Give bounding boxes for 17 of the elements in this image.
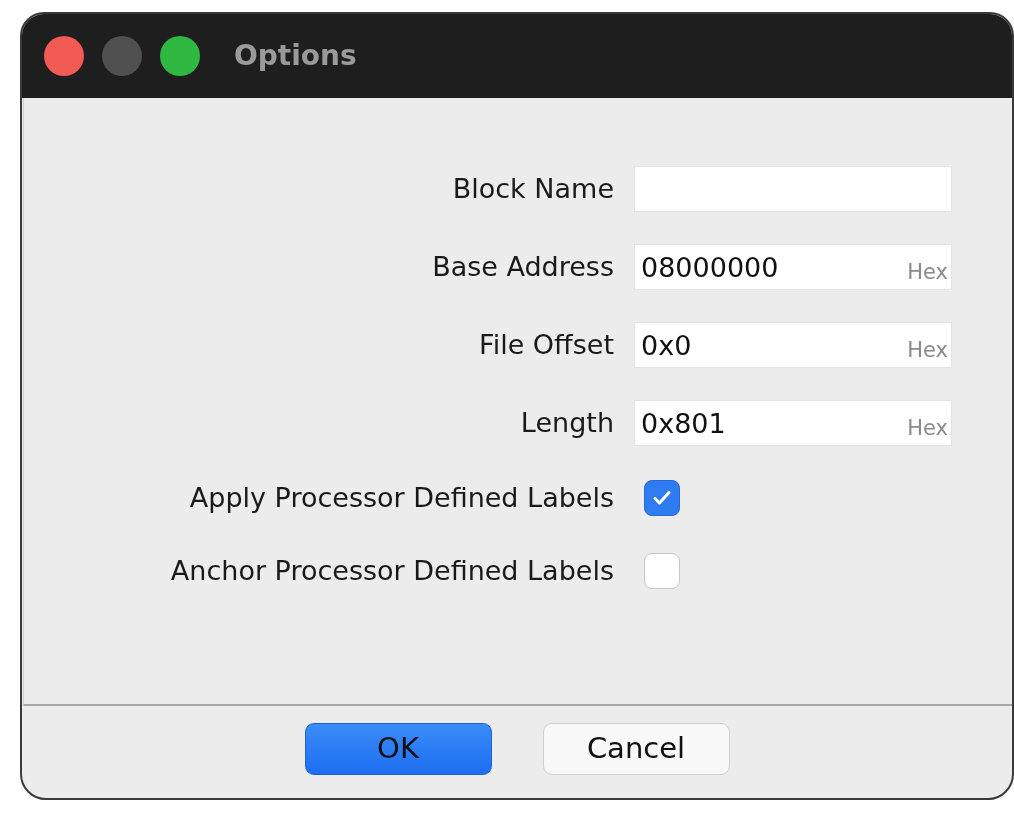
checkbox-label: Apply Processor Defined Labels xyxy=(188,481,614,515)
field-label: File Offset xyxy=(478,327,614,362)
close-icon[interactable] xyxy=(44,36,84,76)
field-label: Base Address xyxy=(431,249,614,284)
zoom-icon[interactable] xyxy=(160,36,200,76)
unit-label: Hex xyxy=(907,414,948,442)
unit-label: Hex xyxy=(907,336,948,364)
checkbox-label: Anchor Processor Defined Labels xyxy=(169,553,614,588)
field-label: Length xyxy=(519,405,614,440)
checkbox[interactable] xyxy=(644,552,680,589)
checkbox[interactable] xyxy=(644,480,680,517)
input-field[interactable] xyxy=(634,166,952,212)
unit-label: Hex xyxy=(907,258,948,286)
field-label: Block Name xyxy=(451,171,614,206)
window-title: Options xyxy=(234,38,357,74)
ok-button[interactable]: OK xyxy=(304,723,492,775)
cancel-button[interactable]: Cancel xyxy=(542,723,730,775)
